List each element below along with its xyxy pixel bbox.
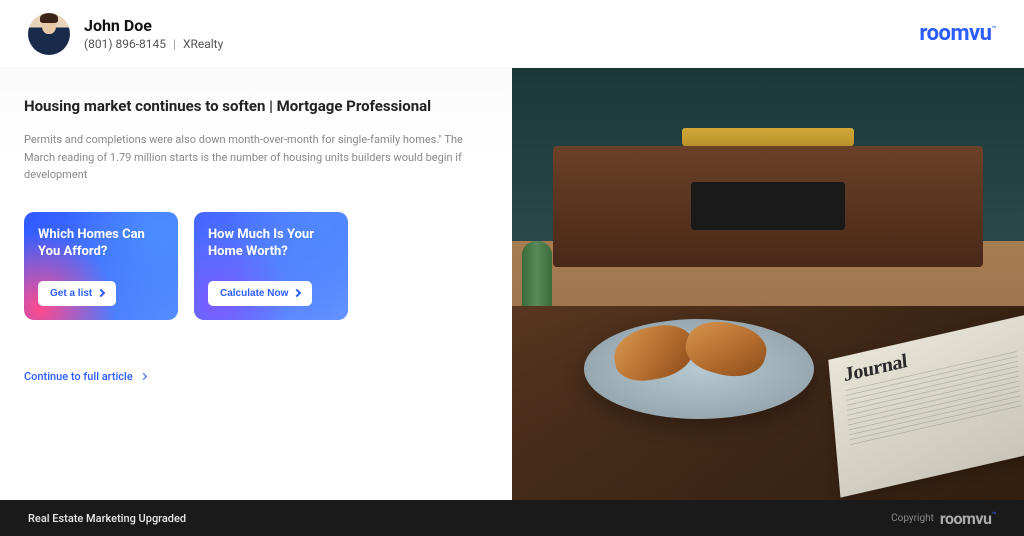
cta-label: Get a list [50, 288, 92, 299]
brand-logo[interactable]: roomvu™ [919, 21, 996, 46]
article-excerpt: Permits and completions were also down m… [24, 131, 484, 184]
agent-name: John Doe [84, 16, 223, 35]
cta-label: Calculate Now [220, 288, 288, 299]
hero-image [512, 68, 1024, 500]
card-afford[interactable]: Which Homes Can You Afford? Get a list [24, 212, 178, 320]
article-title: Housing market continues to soften | Mor… [24, 96, 484, 117]
brand-tm: ™ [991, 25, 996, 34]
card-title: How Much Is Your Home Worth? [208, 226, 334, 261]
agent-company: XRealty [183, 37, 223, 51]
article-column: Housing market continues to soften | Mor… [0, 68, 512, 500]
chevron-right-icon [140, 373, 147, 380]
hero-image-column [512, 68, 1024, 500]
get-list-button[interactable]: Get a list [38, 281, 116, 306]
continue-article-link[interactable]: Continue to full article [24, 370, 146, 383]
divider: | [173, 37, 176, 51]
agent-contact: (801) 896-8145 | XRealty [84, 37, 223, 51]
agent-info: John Doe (801) 896-8145 | XRealty [84, 16, 223, 51]
header: John Doe (801) 896-8145 | XRealty roomvu… [0, 0, 1024, 68]
copyright-label: Copyright [891, 513, 934, 524]
footer-tagline: Real Estate Marketing Upgraded [28, 512, 186, 525]
footer: Real Estate Marketing Upgraded Copyright… [0, 500, 1024, 536]
calculate-now-button[interactable]: Calculate Now [208, 281, 312, 306]
chevron-right-icon [97, 289, 105, 297]
footer-right: Copyright roomvu™ [891, 509, 996, 528]
brand-text: roomvu [919, 21, 991, 46]
continue-label: Continue to full article [24, 370, 133, 383]
chevron-right-icon [293, 289, 301, 297]
card-title: Which Homes Can You Afford? [38, 226, 164, 261]
sideboard [553, 146, 983, 267]
card-home-worth[interactable]: How Much Is Your Home Worth? Calculate N… [194, 212, 348, 320]
agent-phone: (801) 896-8145 [84, 37, 166, 51]
agent-avatar[interactable] [28, 13, 70, 55]
main: Housing market continues to soften | Mor… [0, 68, 1024, 500]
cta-cards: Which Homes Can You Afford? Get a list H… [24, 212, 484, 320]
agent-block: John Doe (801) 896-8145 | XRealty [28, 13, 223, 55]
footer-brand: roomvu™ [940, 509, 996, 528]
